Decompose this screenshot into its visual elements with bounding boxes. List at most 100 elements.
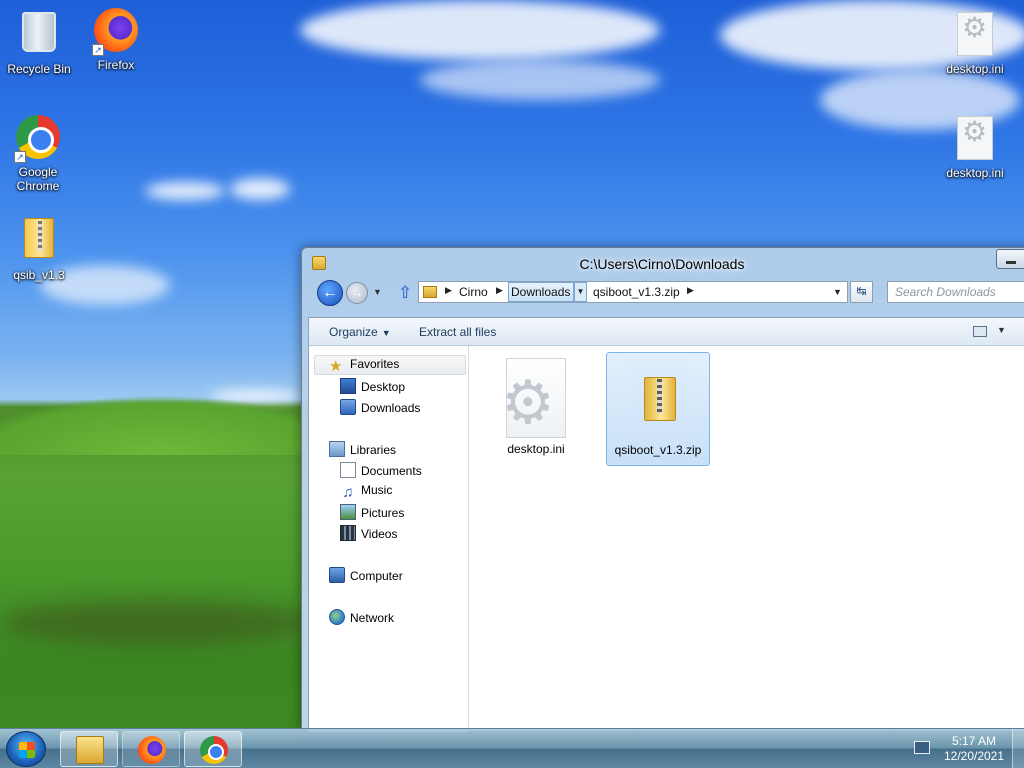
nav-label: Music — [361, 483, 393, 497]
navigation-pane: ★ Favorites Desktop Downloads Libraries D… — [309, 346, 469, 732]
window-titlebar[interactable]: C:\Users\Cirno\Downloads — [302, 248, 1024, 280]
desktop-icon-label: Firefox — [97, 58, 135, 72]
windows-logo-icon — [19, 742, 35, 758]
breadcrumb-dropdown-icon[interactable]: ▼ — [574, 282, 587, 302]
file-item-qsiboot-zip[interactable]: qsiboot_v1.3.zip — [606, 352, 710, 466]
nav-music[interactable]: ♫ Music — [340, 483, 392, 503]
extract-all-button[interactable]: Extract all files — [419, 325, 496, 339]
computer-icon — [329, 567, 345, 583]
chrome-icon — [200, 736, 228, 764]
wallpaper-cloud — [230, 178, 290, 200]
explorer-content: Organize ▼ Extract all files ▼ ★ Favorites… — [308, 317, 1024, 732]
desktop-icon-desktop-ini[interactable]: desktop.ini — [936, 114, 1014, 180]
desktop-icon-recycle-bin[interactable]: Recycle Bin — [0, 6, 78, 76]
breadcrumb-separator-icon[interactable]: ▶ — [687, 285, 694, 296]
file-list: desktop.ini qsiboot_v1.3.zip — [470, 346, 1024, 732]
taskbar-explorer-button[interactable] — [60, 731, 118, 767]
recycle-bin-icon — [15, 12, 63, 60]
file-explorer-icon — [76, 736, 104, 764]
nav-libraries[interactable]: Libraries — [329, 441, 396, 461]
wallpaper-hill-shadow — [0, 600, 310, 645]
search-input[interactable]: Search Downloads — [887, 281, 1024, 303]
breadcrumb-separator-icon[interactable]: ▶ — [445, 285, 452, 296]
nav-label: Network — [350, 611, 395, 625]
desktop-icon — [340, 378, 356, 394]
taskbar: 5:17 AM 12/20/2021 — [0, 728, 1024, 768]
nav-videos[interactable]: Videos — [340, 525, 397, 545]
system-clock[interactable]: 5:17 AM 12/20/2021 — [938, 734, 1010, 764]
nav-computer[interactable]: Computer — [329, 567, 403, 587]
nav-label: Pictures — [361, 506, 405, 520]
network-tray-icon[interactable] — [914, 741, 930, 754]
shortcut-arrow-icon: ↗ — [14, 151, 26, 163]
nav-network[interactable]: Network — [329, 609, 394, 629]
nav-label: Favorites — [350, 357, 400, 371]
show-desktop-button[interactable] — [1012, 729, 1024, 768]
nav-favorites[interactable]: ★ Favorites — [329, 357, 399, 377]
nav-label: Videos — [361, 527, 398, 541]
desktop-icon-label: desktop.ini — [946, 166, 1004, 180]
nav-label: Downloads — [361, 401, 421, 415]
wallpaper-cloud — [420, 60, 660, 100]
chevron-down-icon[interactable]: ▼ — [997, 325, 1006, 335]
desktop-icon-desktop-ini[interactable]: desktop.ini — [936, 10, 1014, 76]
forward-button[interactable]: → — [346, 282, 368, 304]
organize-label: Organize — [329, 325, 378, 339]
desktop-icon-google-chrome[interactable]: ↗ Google Chrome — [0, 113, 76, 193]
desktop-icon-qsib[interactable]: qsib_v1.3 — [0, 214, 78, 282]
firefox-icon — [138, 736, 166, 764]
minimize-button[interactable] — [996, 249, 1024, 269]
clock-time: 5:17 AM — [951, 734, 997, 748]
file-name: qsiboot_v1.3.zip — [614, 443, 702, 457]
nav-desktop[interactable]: Desktop — [340, 378, 405, 398]
nav-downloads[interactable]: Downloads — [340, 399, 420, 419]
settings-file-icon — [951, 12, 999, 60]
navigation-bar: ← → ▼ ⇧ ▶ Cirno ▶ Downloads ▼ qsiboot_v1… — [302, 280, 1024, 310]
explorer-window[interactable]: C:\Users\Cirno\Downloads ← → ▼ ⇧ ▶ Cirno… — [301, 247, 1024, 732]
desktop-icon-label: Recycle Bin — [7, 62, 71, 76]
pictures-icon — [340, 504, 356, 520]
change-view-icon[interactable] — [973, 326, 987, 337]
nav-label: Desktop — [361, 380, 406, 394]
folder-icon — [423, 286, 437, 298]
settings-file-icon — [951, 116, 999, 164]
desktop-icon-label: Google Chrome — [16, 165, 60, 193]
address-bar[interactable]: ▶ Cirno ▶ Downloads ▼ qsiboot_v1.3.zip ▶… — [418, 281, 848, 303]
star-icon: ★ — [329, 358, 343, 375]
window-title: C:\Users\Cirno\Downloads — [579, 256, 745, 272]
address-dropdown-icon[interactable]: ▼ — [833, 287, 842, 297]
nav-documents[interactable]: Documents — [340, 462, 422, 482]
zip-folder-icon — [628, 359, 688, 439]
up-arrow-icon[interactable]: ⇧ — [398, 283, 412, 303]
breadcrumb-zip[interactable]: qsiboot_v1.3.zip — [593, 285, 680, 299]
desktop-icon-firefox[interactable]: ↗ Firefox — [77, 6, 155, 72]
music-icon: ♫ — [342, 484, 354, 501]
downloads-icon — [340, 399, 356, 415]
settings-file-icon — [501, 358, 566, 438]
clock-date: 12/20/2021 — [943, 749, 1005, 763]
zip-folder-icon — [15, 218, 63, 266]
file-item-desktop-ini[interactable]: desktop.ini — [484, 352, 588, 466]
nav-label: Libraries — [350, 443, 397, 457]
wallpaper-cloud — [300, 0, 660, 60]
videos-icon — [340, 525, 356, 541]
taskbar-firefox-button[interactable] — [122, 731, 180, 767]
back-button[interactable]: ← — [317, 280, 343, 306]
command-bar: Organize ▼ Extract all files ▼ — [309, 318, 1024, 346]
refresh-icon[interactable]: ↹ — [850, 281, 873, 303]
nav-label: Documents — [361, 464, 422, 478]
chrome-icon: ↗ — [14, 115, 62, 163]
breadcrumb-downloads[interactable]: Downloads — [511, 285, 570, 299]
firefox-icon: ↗ — [92, 8, 140, 56]
wallpaper-cloud — [145, 182, 225, 200]
desktop-icon-label: desktop.ini — [946, 62, 1004, 76]
libraries-icon — [329, 441, 345, 457]
recent-pages-dropdown[interactable]: ▼ — [373, 287, 382, 297]
organize-button[interactable]: Organize ▼ — [329, 325, 391, 339]
breadcrumb-cirno[interactable]: Cirno — [459, 285, 488, 299]
nav-pictures[interactable]: Pictures — [340, 504, 404, 524]
taskbar-chrome-button[interactable] — [184, 731, 242, 767]
breadcrumb-separator-icon[interactable]: ▶ — [496, 285, 503, 296]
file-name: desktop.ini — [507, 442, 565, 456]
start-button[interactable] — [6, 731, 46, 767]
